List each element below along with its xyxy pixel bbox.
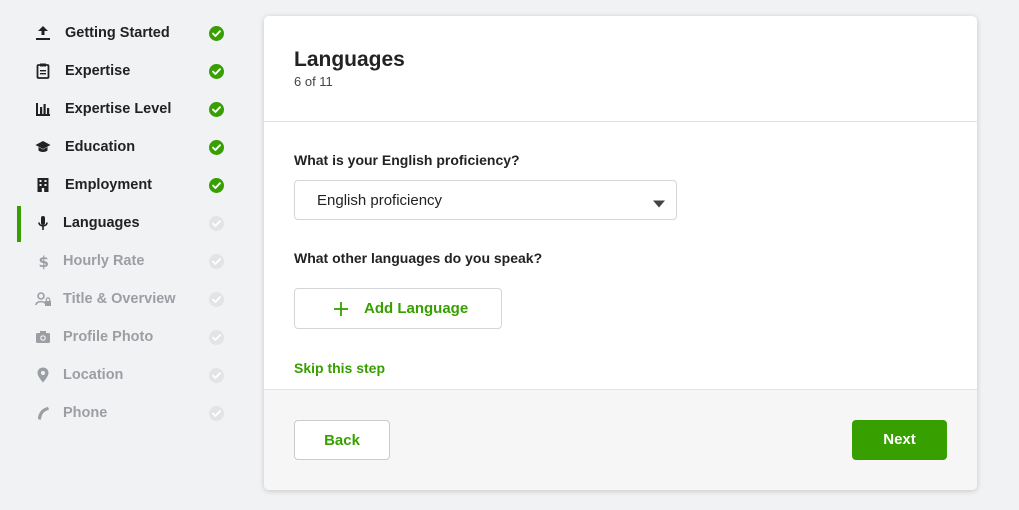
sidebar-item-label: Education xyxy=(65,139,136,155)
check-circle-icon xyxy=(209,368,224,383)
sidebar-item-expertise-level[interactable]: Expertise Level xyxy=(0,90,240,128)
sidebar-item-profile-photo[interactable]: Profile Photo xyxy=(0,318,240,356)
sidebar-item-hourly-rate[interactable]: $ Hourly Rate xyxy=(0,242,240,280)
sidebar-item-label: Getting Started xyxy=(65,25,170,41)
sidebar-item-label: Employment xyxy=(65,177,153,193)
sidebar-item-label: Expertise xyxy=(65,63,131,79)
english-proficiency-select[interactable]: English proficiency xyxy=(294,180,677,220)
sidebar-item-label: Phone xyxy=(63,405,108,421)
check-circle-icon xyxy=(209,64,224,79)
check-circle-icon xyxy=(209,292,224,307)
sidebar-item-label: Expertise Level xyxy=(65,101,172,117)
upload-icon xyxy=(34,24,52,42)
check-circle-icon xyxy=(209,140,224,155)
page-title: Languages xyxy=(294,48,405,71)
step-counter: 6 of 11 xyxy=(294,74,333,89)
check-circle-icon xyxy=(209,102,224,117)
sidebar-item-phone[interactable]: Phone xyxy=(0,394,240,432)
sidebar-item-label: Languages xyxy=(63,215,140,231)
add-language-button[interactable]: Add Language xyxy=(294,288,502,329)
sidebar-item-label: Hourly Rate xyxy=(63,253,145,269)
card-header: Languages 6 of 11 xyxy=(264,16,977,122)
add-language-label: Add Language xyxy=(364,300,469,317)
check-circle-icon xyxy=(209,330,224,345)
next-button-label: Next xyxy=(883,431,916,448)
back-button[interactable]: Back xyxy=(294,420,390,460)
graduation-cap-icon xyxy=(34,138,52,156)
check-circle-icon xyxy=(209,26,224,41)
svg-text:$: $ xyxy=(39,253,49,270)
english-proficiency-question: What is your English proficiency? xyxy=(294,152,520,168)
steps-sidebar: Getting Started Expertise Expertise Leve… xyxy=(0,0,250,510)
plus-icon xyxy=(333,301,349,317)
next-button[interactable]: Next xyxy=(852,420,947,460)
check-circle-icon xyxy=(209,178,224,193)
sidebar-item-title-overview[interactable]: Title & Overview xyxy=(0,280,240,318)
map-pin-icon xyxy=(34,366,52,384)
sidebar-item-languages[interactable]: Languages xyxy=(0,204,240,242)
dollar-icon: $ xyxy=(34,252,52,270)
caret-down-icon xyxy=(652,196,666,208)
sidebar-item-education[interactable]: Education xyxy=(0,128,240,166)
check-circle-icon xyxy=(209,406,224,421)
sidebar-item-employment[interactable]: Employment xyxy=(0,166,240,204)
sidebar-item-getting-started[interactable]: Getting Started xyxy=(0,14,240,52)
back-button-label: Back xyxy=(324,432,360,449)
bar-chart-icon xyxy=(34,100,52,118)
sidebar-item-expertise[interactable]: Expertise xyxy=(0,52,240,90)
sidebar-item-label: Title & Overview xyxy=(63,291,176,307)
skip-step-link[interactable]: Skip this step xyxy=(294,360,385,376)
phone-icon xyxy=(34,404,52,422)
building-icon xyxy=(34,176,52,194)
camera-icon xyxy=(34,328,52,346)
microphone-icon xyxy=(34,214,52,232)
clipboard-icon xyxy=(34,62,52,80)
card-footer: Back Next xyxy=(264,389,977,490)
english-proficiency-value: English proficiency xyxy=(317,192,443,209)
check-circle-icon xyxy=(209,254,224,269)
other-languages-question: What other languages do you speak? xyxy=(294,250,543,266)
sidebar-item-location[interactable]: Location xyxy=(0,356,240,394)
sidebar-item-label: Profile Photo xyxy=(63,329,154,345)
sidebar-item-label: Location xyxy=(63,367,124,383)
check-circle-icon xyxy=(209,216,224,231)
languages-card: Languages 6 of 11 What is your English p… xyxy=(264,16,977,490)
user-lock-icon xyxy=(34,290,52,308)
